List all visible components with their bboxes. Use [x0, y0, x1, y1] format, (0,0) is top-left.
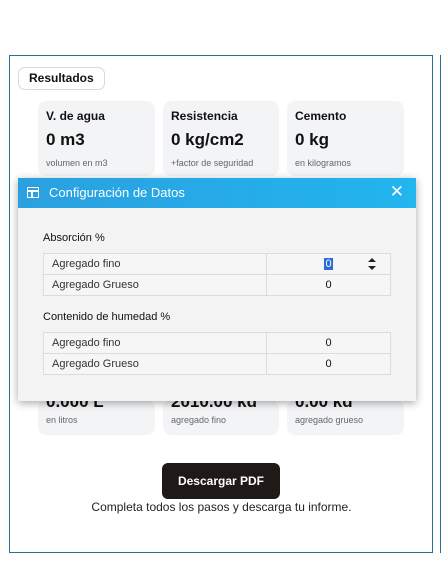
row-label: Agregado Grueso — [43, 274, 267, 296]
card-water-volume: V. de agua 0 m3 volumen en m3 — [38, 101, 155, 176]
table-icon — [27, 187, 39, 198]
card-sub: en kilogramos — [295, 158, 352, 168]
row-label: Agregado fino — [43, 253, 267, 275]
absorption-coarse-input[interactable]: 0 — [266, 274, 391, 296]
data-config-modal: Configuración de Datos ✕ Absorción % Agr… — [18, 178, 416, 401]
card-cement: Cemento 0 kg en kilogramos — [287, 101, 404, 176]
footer-text: Completa todos los pasos y descarga tu i… — [91, 500, 352, 514]
table-row: Agregado fino 0 — [43, 332, 391, 354]
card-sub: agregado fino — [171, 415, 227, 425]
humidity-coarse-input[interactable]: 0 — [266, 353, 391, 375]
card-resistance: Resistencia 0 kg/cm2 +factor de segurida… — [163, 101, 279, 176]
table-row: Agregado Grueso 0 — [43, 353, 391, 375]
row-label: Agregado fino — [43, 332, 267, 354]
spinner-icon[interactable] — [368, 258, 376, 270]
row-label: Agregado Grueso — [43, 353, 267, 375]
humidity-table: Agregado fino 0 Agregado Grueso 0 — [43, 332, 391, 375]
card-water-liters: 0.000 L en litros — [38, 397, 155, 435]
card-sub: +factor de seguridad — [171, 158, 254, 168]
card-sub: agregado grueso — [295, 415, 364, 425]
modal-header: Configuración de Datos ✕ — [18, 178, 416, 208]
download-pdf-button[interactable]: Descargar PDF — [162, 463, 280, 499]
card-sub: en litros — [46, 415, 78, 425]
absorption-table: Agregado fino 0 Agregado Grueso 0 — [43, 253, 391, 296]
card-value: 0 kg/cm2 — [171, 130, 244, 149]
humidity-fine-input[interactable]: 0 — [266, 332, 391, 354]
close-icon[interactable]: ✕ — [390, 178, 404, 208]
modal-title: Configuración de Datos — [49, 185, 185, 200]
card-value: 0 kg — [295, 130, 330, 149]
absorption-fine-input[interactable]: 0 — [266, 253, 391, 275]
results-tag: Resultados — [18, 67, 105, 90]
input-value[interactable]: 0 — [324, 258, 333, 270]
table-row: Agregado Grueso 0 — [43, 274, 391, 296]
humidity-label: Contenido de humedad % — [43, 311, 171, 323]
card-sub: volumen en m3 — [46, 158, 108, 168]
absorption-label: Absorción % — [43, 232, 105, 244]
card-label: V. de agua — [46, 109, 105, 123]
card-label: Cemento — [295, 109, 347, 123]
table-row: Agregado fino 0 — [43, 253, 391, 275]
card-coarse-aggregate: 0.00 kg agregado grueso — [287, 397, 404, 435]
card-value: 0 m3 — [46, 130, 85, 149]
card-label: Resistencia — [171, 109, 238, 123]
card-fine-aggregate: 2010.00 kg agregado fino — [163, 397, 279, 435]
